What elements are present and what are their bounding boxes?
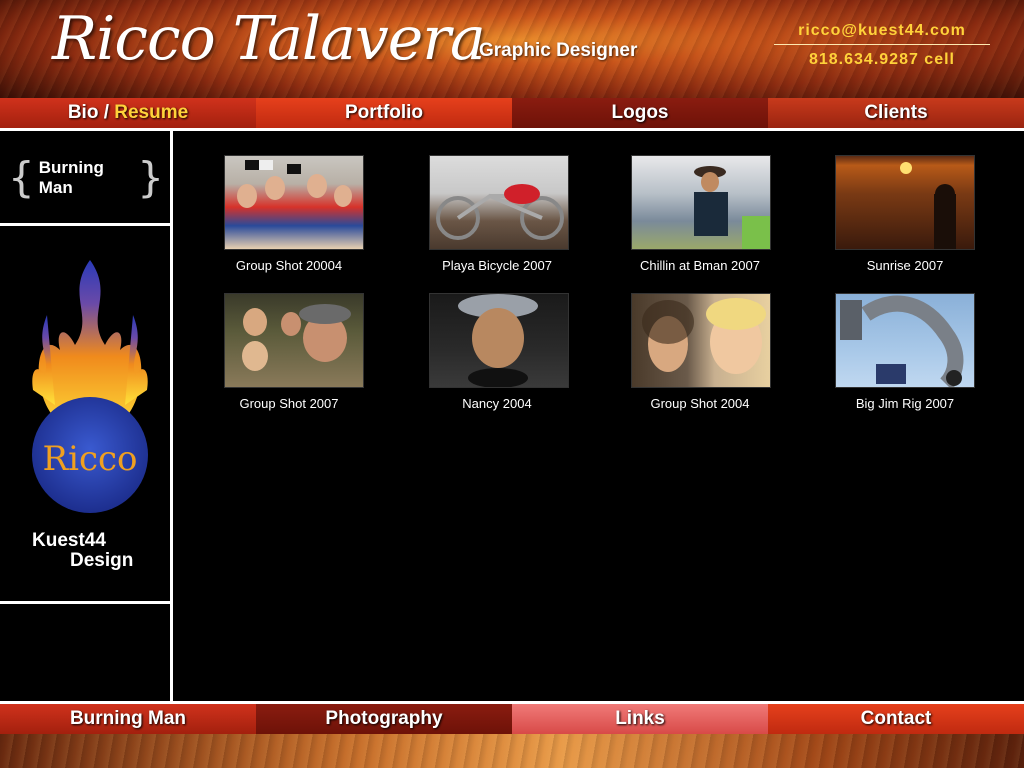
checkered-flag-icon: [237, 160, 352, 208]
sidebar-divider-top: [0, 223, 170, 226]
photo-thumbnail[interactable]: [835, 155, 975, 250]
flame-logo-icon: Ricco: [32, 260, 148, 513]
photo-caption: Playa Bicycle 2007: [442, 258, 552, 273]
sidebar-divider-bottom: [0, 601, 170, 604]
nav-slash: /: [98, 102, 115, 123]
nav-links[interactable]: Links: [512, 704, 768, 734]
portrait-icon: [458, 294, 538, 388]
contact-info: ricco@kuest44.com 818.634.9287 cell: [774, 22, 990, 69]
photo-thumbnail[interactable]: [631, 293, 771, 388]
photo-thumbnail[interactable]: [631, 155, 771, 250]
brand-line-1: Kuest44: [32, 530, 106, 551]
photo-thumbnail[interactable]: [835, 293, 975, 390]
photo-caption: Group Shot 2007: [239, 396, 339, 411]
frame-top-line: [0, 128, 1024, 131]
site-name-signature: Ricco Talavera: [52, 4, 486, 74]
photo-caption: Chillin at Bman 2007: [640, 258, 760, 273]
nav-clients[interactable]: Clients: [768, 98, 1024, 128]
right-brace-icon: }: [137, 153, 164, 202]
logo-text: Ricco: [42, 439, 137, 479]
nav-burning-man[interactable]: Burning Man: [0, 704, 256, 734]
photo-caption: Big Jim Rig 2007: [855, 396, 955, 411]
photo-thumbnail[interactable]: [224, 155, 364, 250]
nav-logos[interactable]: Logos: [512, 98, 768, 128]
email-link[interactable]: ricco@kuest44.com: [774, 22, 990, 40]
bicycle-icon: [436, 184, 564, 240]
top-nav: Bio / Resume Portfolio Logos Clients: [0, 98, 1024, 128]
nav-contact[interactable]: Contact: [768, 704, 1024, 734]
sunrise-icon: [900, 162, 956, 249]
brand-line-2: Design: [70, 550, 134, 571]
nav-portfolio[interactable]: Portfolio: [256, 98, 512, 128]
contact-divider: [774, 44, 990, 45]
photo-caption: Group Shot 20004: [235, 258, 343, 273]
group-faces-icon: [242, 304, 351, 371]
nav-photography[interactable]: Photography: [256, 704, 512, 734]
photo-thumbnail[interactable]: [224, 293, 364, 388]
bottom-nav: Burning Man Photography Links Contact: [0, 704, 1024, 734]
person-icon: [694, 166, 770, 249]
ricco-flame-logo: Ricco: [25, 255, 155, 525]
photo-thumbnail[interactable]: [429, 155, 569, 250]
truck-sculpture-icon: [840, 295, 964, 390]
section-title: Burning Man: [38, 158, 104, 197]
site-tagline: Graphic Designer: [479, 40, 638, 61]
photo-caption: Group Shot 2004: [650, 396, 750, 411]
frame-vertical-line: [170, 131, 173, 701]
nav-bio[interactable]: Bio: [68, 102, 99, 124]
two-faces-icon: [642, 298, 766, 374]
photo-thumbnail[interactable]: [429, 293, 569, 388]
nav-resume[interactable]: Resume: [114, 102, 188, 124]
photo-caption: Nancy 2004: [462, 396, 532, 411]
section-heading: { Burning Man }: [8, 155, 164, 201]
footer-banner: [0, 734, 1024, 768]
photo-caption: Sunrise 2007: [866, 258, 944, 273]
nav-bio-resume[interactable]: Bio / Resume: [0, 98, 256, 128]
phone-number: 818.634.9287 cell: [808, 51, 955, 68]
left-brace-icon: {: [8, 153, 35, 202]
